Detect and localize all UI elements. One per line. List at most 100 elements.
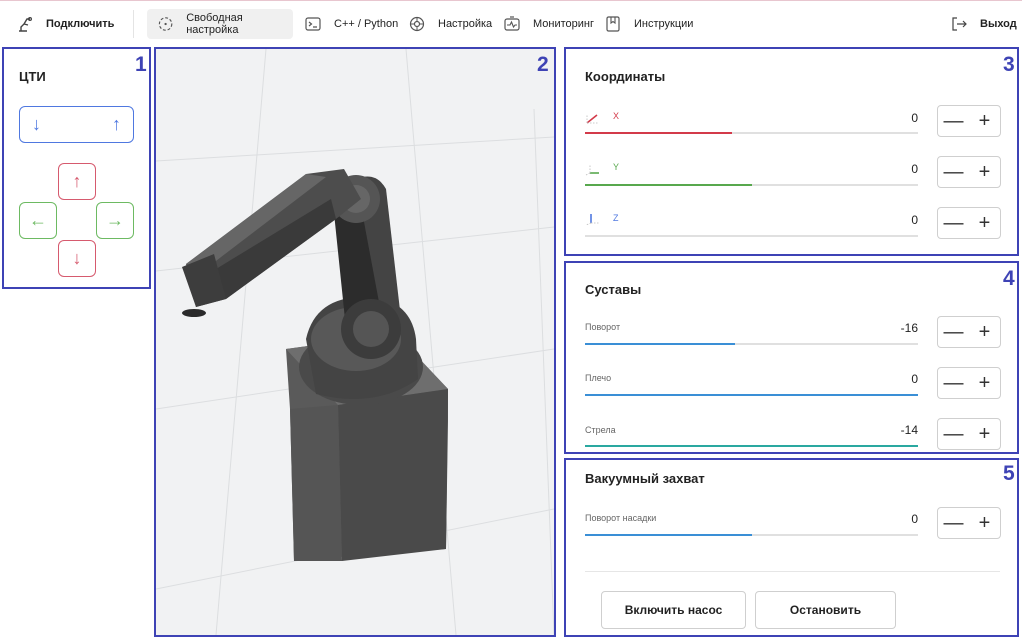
joints-title: Суставы (585, 282, 642, 297)
boom-plus-button[interactable]: + (969, 419, 1000, 449)
jog-up-button[interactable]: ↑ (58, 163, 96, 200)
arrow-up-icon[interactable]: ↑ (112, 114, 121, 135)
nozzle-plus-button[interactable]: + (969, 508, 1000, 538)
rotation-minus-button[interactable]: — (938, 317, 969, 347)
stop-button[interactable]: Остановить (755, 591, 896, 629)
y-stepper: — + (937, 156, 1001, 188)
top-navigation-bar: Подключить Свободная настройка C++ / Pyt… (0, 0, 1022, 46)
monitor-icon (504, 16, 520, 31)
shoulder-value: 0 (911, 372, 918, 386)
jog-right-button[interactable]: → (96, 202, 134, 239)
tab-instructions[interactable]: Инструкции (604, 9, 693, 39)
x-label: X (613, 111, 620, 121)
rotation-slider-fill (585, 343, 735, 345)
robot-arm-model (156, 49, 554, 635)
z-jog-button[interactable]: ↓ ↑ (19, 106, 134, 143)
z-slider[interactable] (585, 235, 918, 237)
x-minus-button[interactable]: — (938, 106, 969, 136)
shoulder-label: Плечо (585, 373, 612, 383)
arrow-right-icon: → (106, 210, 124, 230)
tab-free-setup[interactable]: Свободная настройка (147, 9, 293, 39)
tab-free-setup-label: Свободная настройка (186, 12, 243, 36)
tab-monitoring[interactable]: Мониторинг (503, 9, 594, 39)
z-plus-button[interactable]: + (969, 208, 1000, 238)
panel-number-2: 2 (537, 53, 549, 76)
bookmark-icon (606, 16, 620, 32)
rotation-slider[interactable] (585, 343, 918, 345)
shoulder-slider[interactable] (585, 394, 918, 396)
rotation-value: -16 (900, 321, 918, 335)
tab-instructions-label: Инструкции (634, 18, 694, 30)
nozzle-rotation-slider-fill (585, 534, 752, 536)
jog-panel: ЦТИ 1 ↓ ↑ ↑ ← → ↓ (2, 47, 151, 289)
logout-button[interactable]: Выход (950, 9, 1017, 39)
arrow-down-icon[interactable]: ↓ (32, 114, 41, 135)
panel-number-5: 5 (1003, 462, 1015, 485)
boom-slider-fill (585, 445, 918, 447)
panel-number-4: 4 (1003, 267, 1015, 290)
nozzle-minus-button[interactable]: — (938, 508, 969, 538)
z-value: 0 (911, 213, 918, 227)
arrow-left-icon: ← (29, 210, 47, 230)
terminal-icon (305, 17, 321, 31)
connect-label: Подключить (46, 18, 115, 30)
y-plus-button[interactable]: + (969, 157, 1000, 187)
y-slider-fill (585, 184, 752, 186)
y-label: Y (613, 162, 620, 172)
gear-icon (409, 16, 425, 32)
z-minus-button[interactable]: — (938, 208, 969, 238)
nozzle-rotation-label: Поворот насадки (585, 513, 657, 523)
arrow-up-icon: ↑ (72, 171, 82, 191)
axis-z-icon (585, 214, 599, 226)
connect-button[interactable]: Подключить (16, 9, 114, 39)
x-value: 0 (911, 111, 918, 125)
jog-panel-title: ЦТИ (19, 69, 46, 84)
x-slider[interactable] (585, 132, 918, 134)
axis-y-icon (585, 164, 599, 176)
tab-settings-label: Настройка (438, 18, 493, 30)
shoulder-plus-button[interactable]: + (969, 368, 1000, 398)
boom-slider[interactable] (585, 445, 918, 447)
boom-stepper: — + (937, 418, 1001, 450)
arrow-down-icon: ↓ (72, 248, 82, 268)
x-slider-fill (585, 132, 732, 134)
tab-cpp-python-label: C++ / Python (334, 18, 399, 30)
shoulder-minus-button[interactable]: — (938, 368, 969, 398)
tab-monitoring-label: Мониторинг (533, 18, 595, 30)
rotation-plus-button[interactable]: + (969, 317, 1000, 347)
coordinates-panel: Координаты 3 X 0 — + Y 0 — + Z 0 — + (564, 47, 1019, 256)
panel-divider (585, 571, 1000, 572)
tab-settings[interactable]: Настройка (408, 9, 492, 39)
z-label: Z (613, 213, 619, 223)
nozzle-rotation-slider[interactable] (585, 534, 918, 536)
robot-3d-viewport[interactable]: 2 (154, 47, 556, 637)
coordinates-title: Координаты (585, 69, 666, 84)
x-stepper: — + (937, 105, 1001, 137)
boom-label: Стрела (585, 425, 616, 435)
panel-number-1: 1 (135, 53, 147, 76)
logout-icon (952, 17, 967, 31)
nozzle-rotation-value: 0 (911, 512, 918, 526)
boom-minus-button[interactable]: — (938, 419, 969, 449)
joints-panel: Суставы 4 Поворот -16 — + Плечо 0 — + Ст… (564, 261, 1019, 454)
shoulder-stepper: — + (937, 367, 1001, 399)
nav-divider (133, 10, 134, 38)
z-stepper: — + (937, 207, 1001, 239)
pump-on-button[interactable]: Включить насос (601, 591, 746, 629)
y-minus-button[interactable]: — (938, 157, 969, 187)
y-slider[interactable] (585, 184, 918, 186)
robot-arm-icon (19, 16, 33, 32)
tab-cpp-python[interactable]: C++ / Python (304, 9, 398, 39)
y-value: 0 (911, 162, 918, 176)
rotation-stepper: — + (937, 316, 1001, 348)
crosshair-icon (158, 17, 173, 31)
vacuum-gripper-panel: Вакуумный захват 5 Поворот насадки 0 — +… (564, 458, 1019, 637)
shoulder-slider-fill (585, 394, 918, 396)
logout-label: Выход (980, 18, 1017, 30)
rotation-label: Поворот (585, 322, 621, 332)
boom-value: -14 (900, 423, 918, 437)
nozzle-rotation-stepper: — + (937, 507, 1001, 539)
jog-left-button[interactable]: ← (19, 202, 57, 239)
jog-down-button[interactable]: ↓ (58, 240, 96, 277)
x-plus-button[interactable]: + (969, 106, 1000, 136)
